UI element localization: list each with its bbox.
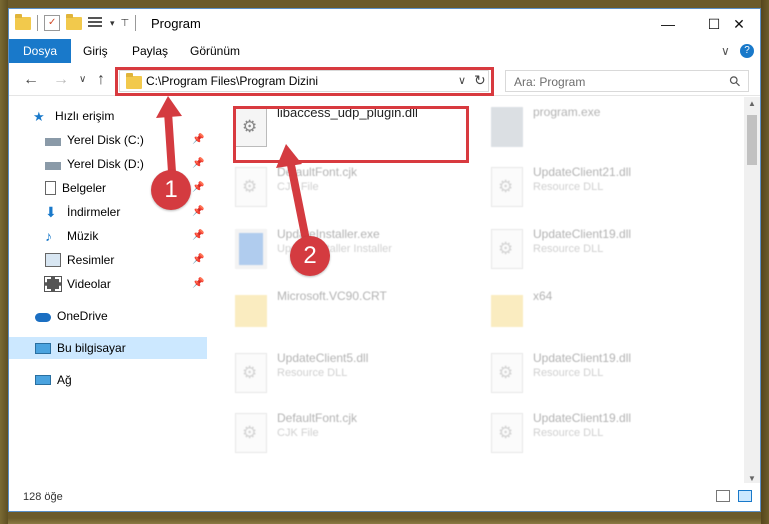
arrow-2 bbox=[286, 156, 310, 244]
step-1-badge: 1 bbox=[151, 170, 191, 210]
arrow-2-head bbox=[276, 144, 302, 168]
step-2-badge: 2 bbox=[290, 236, 330, 276]
arrow-1 bbox=[164, 108, 176, 176]
arrow-1-head bbox=[156, 96, 182, 118]
annotation-arrows bbox=[156, 96, 310, 244]
